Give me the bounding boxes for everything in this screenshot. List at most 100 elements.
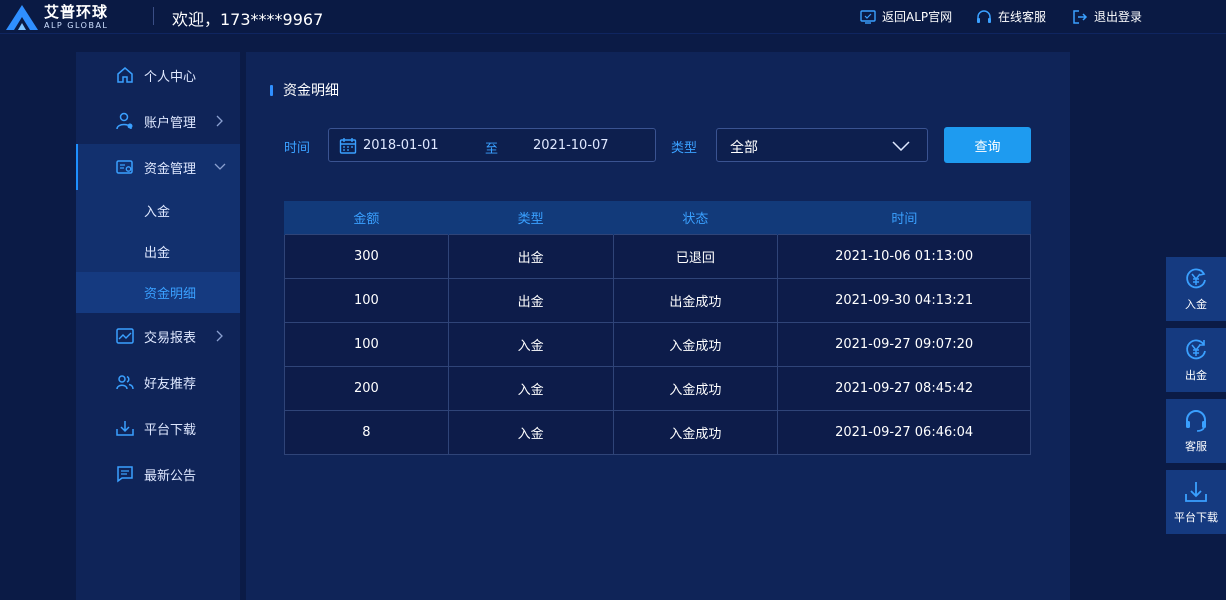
- chevron-right-icon: [216, 330, 223, 342]
- type-select-value: 全部: [730, 140, 758, 156]
- chevron-right-icon: [216, 115, 223, 127]
- deposit-icon: [1186, 268, 1206, 288]
- calendar-icon: [339, 138, 357, 154]
- submenu-item-withdraw[interactable]: 出金: [76, 231, 240, 272]
- sidebar-item-label: 最新公告: [144, 468, 197, 484]
- cell-time: 2021-10-06 01:13:00: [777, 233, 1031, 279]
- main-panel: 资金明细 时间 2018-01-01 至 2021-10-07 类型 全部 查询…: [246, 52, 1070, 600]
- cell-type: 入金: [447, 321, 614, 367]
- float-withdraw-label: 出金: [1185, 368, 1207, 382]
- cell-type: 入金: [447, 365, 614, 411]
- type-select[interactable]: 全部: [716, 128, 928, 162]
- logo-icon: [6, 5, 38, 30]
- top-header: 艾普环球 ALP GLOBAL 欢迎，173****9967 返回ALP官网 在…: [0, 0, 1226, 34]
- submenu-item-deposit[interactable]: 入金: [76, 190, 240, 231]
- page-title-text: 资金明细: [283, 83, 339, 99]
- start-date-input[interactable]: 2018-01-01: [363, 138, 439, 153]
- cell-amount: 8: [284, 409, 449, 455]
- sidebar-item-label: 平台下载: [144, 422, 197, 438]
- cell-time: 2021-09-30 04:13:21: [777, 277, 1031, 323]
- cell-status: 入金成功: [612, 365, 779, 411]
- float-download-button[interactable]: 平台下载: [1166, 470, 1226, 534]
- fund-details-table: 金额 类型 状态 时间 300 出金 已退回 2021-10-06 01:13:…: [284, 201, 1031, 455]
- submenu-item-fund-details[interactable]: 资金明细: [76, 272, 240, 313]
- end-date-input[interactable]: 2021-10-07: [533, 138, 609, 153]
- time-label: 时间: [284, 141, 311, 156]
- table-row: 8 入金 入金成功 2021-09-27 06:46:04: [284, 409, 1031, 455]
- cell-amount: 200: [284, 365, 449, 411]
- header-divider: [153, 7, 154, 25]
- sidebar-item-account-management[interactable]: 账户管理: [76, 98, 240, 144]
- logout-icon: [1073, 9, 1088, 24]
- users-icon: [116, 375, 134, 390]
- sidebar: 个人中心 账户管理 资金管理 入金 出金 资金明细 交易报表 好友推荐 平台下载…: [76, 52, 240, 600]
- cell-amount: 100: [284, 277, 449, 323]
- logo-subtitle: ALP GLOBAL: [44, 20, 109, 30]
- back-to-site-link[interactable]: 返回ALP官网: [860, 8, 952, 25]
- date-range-picker[interactable]: 2018-01-01 至 2021-10-07: [328, 128, 656, 162]
- sidebar-item-trade-report[interactable]: 交易报表: [76, 313, 240, 359]
- column-header-status: 状态: [612, 201, 778, 234]
- float-deposit-button[interactable]: 入金: [1166, 257, 1226, 321]
- sidebar-item-personal-center[interactable]: 个人中心: [76, 52, 240, 98]
- float-download-label: 平台下载: [1174, 510, 1218, 524]
- cell-time: 2021-09-27 08:45:42: [777, 365, 1031, 411]
- table-row: 300 出金 已退回 2021-10-06 01:13:00: [284, 233, 1031, 279]
- download-icon: [1185, 481, 1207, 502]
- message-icon: [117, 466, 133, 483]
- cell-time: 2021-09-27 06:46:04: [777, 409, 1031, 455]
- table-header-row: 金额 类型 状态 时间: [284, 201, 1031, 234]
- column-header-type: 类型: [447, 201, 614, 234]
- cell-status: 已退回: [612, 233, 779, 279]
- back-to-site-label: 返回ALP官网: [882, 10, 953, 24]
- logout-link[interactable]: 退出登录: [1072, 8, 1142, 25]
- cell-amount: 300: [284, 233, 449, 279]
- page-title: 资金明细: [270, 80, 339, 100]
- welcome-text: 欢迎，173****9967: [172, 10, 324, 29]
- sidebar-item-label: 交易报表: [144, 330, 197, 346]
- cell-type: 出金: [447, 233, 614, 279]
- logout-label: 退出登录: [1094, 10, 1143, 24]
- sidebar-item-label: 好友推荐: [144, 376, 197, 392]
- float-service-button[interactable]: 客服: [1166, 399, 1226, 463]
- sidebar-item-label: 个人中心: [144, 69, 197, 85]
- sidebar-item-label: 资金管理: [144, 161, 197, 177]
- wallet-icon: [116, 160, 133, 174]
- sidebar-item-platform-download[interactable]: 平台下载: [76, 405, 240, 451]
- online-service-link[interactable]: 在线客服: [976, 8, 1046, 25]
- sidebar-item-funds-management[interactable]: 资金管理: [76, 144, 240, 190]
- sidebar-item-friend-referral[interactable]: 好友推荐: [76, 359, 240, 405]
- logo[interactable]: 艾普环球 ALP GLOBAL: [4, 2, 124, 32]
- type-label: 类型: [671, 141, 698, 156]
- float-withdraw-button[interactable]: 出金: [1166, 328, 1226, 392]
- home-icon: [117, 67, 133, 83]
- sidebar-item-label: 账户管理: [144, 115, 197, 131]
- table-row: 200 入金 入金成功 2021-09-27 08:45:42: [284, 365, 1031, 411]
- column-header-time: 时间: [777, 201, 1031, 234]
- funds-submenu: 入金 出金 资金明细: [76, 190, 240, 313]
- withdraw-icon: [1186, 339, 1206, 359]
- download-icon: [116, 421, 134, 436]
- cell-status: 入金成功: [612, 321, 779, 367]
- float-service-label: 客服: [1185, 439, 1207, 453]
- headset-icon: [977, 9, 991, 23]
- table-row: 100 出金 出金成功 2021-09-30 04:13:21: [284, 277, 1031, 323]
- cell-type: 出金: [447, 277, 614, 323]
- cell-time: 2021-09-27 09:07:20: [777, 321, 1031, 367]
- user-settings-icon: [116, 112, 133, 130]
- title-accent-bar: [270, 84, 273, 96]
- monitor-icon: [860, 9, 876, 24]
- column-header-amount: 金额: [284, 201, 449, 234]
- headset-icon: [1186, 409, 1206, 432]
- cell-type: 入金: [447, 409, 614, 455]
- online-service-label: 在线客服: [998, 10, 1047, 24]
- cell-status: 入金成功: [612, 409, 779, 455]
- float-deposit-label: 入金: [1185, 297, 1207, 311]
- query-button[interactable]: 查询: [944, 127, 1031, 163]
- chevron-down-icon: [214, 163, 226, 170]
- cell-status: 出金成功: [612, 277, 779, 323]
- table-row: 100 入金 入金成功 2021-09-27 09:07:20: [284, 321, 1031, 367]
- sidebar-item-latest-announcement[interactable]: 最新公告: [76, 451, 240, 497]
- chart-icon: [116, 328, 134, 344]
- chevron-down-icon: [892, 141, 910, 151]
